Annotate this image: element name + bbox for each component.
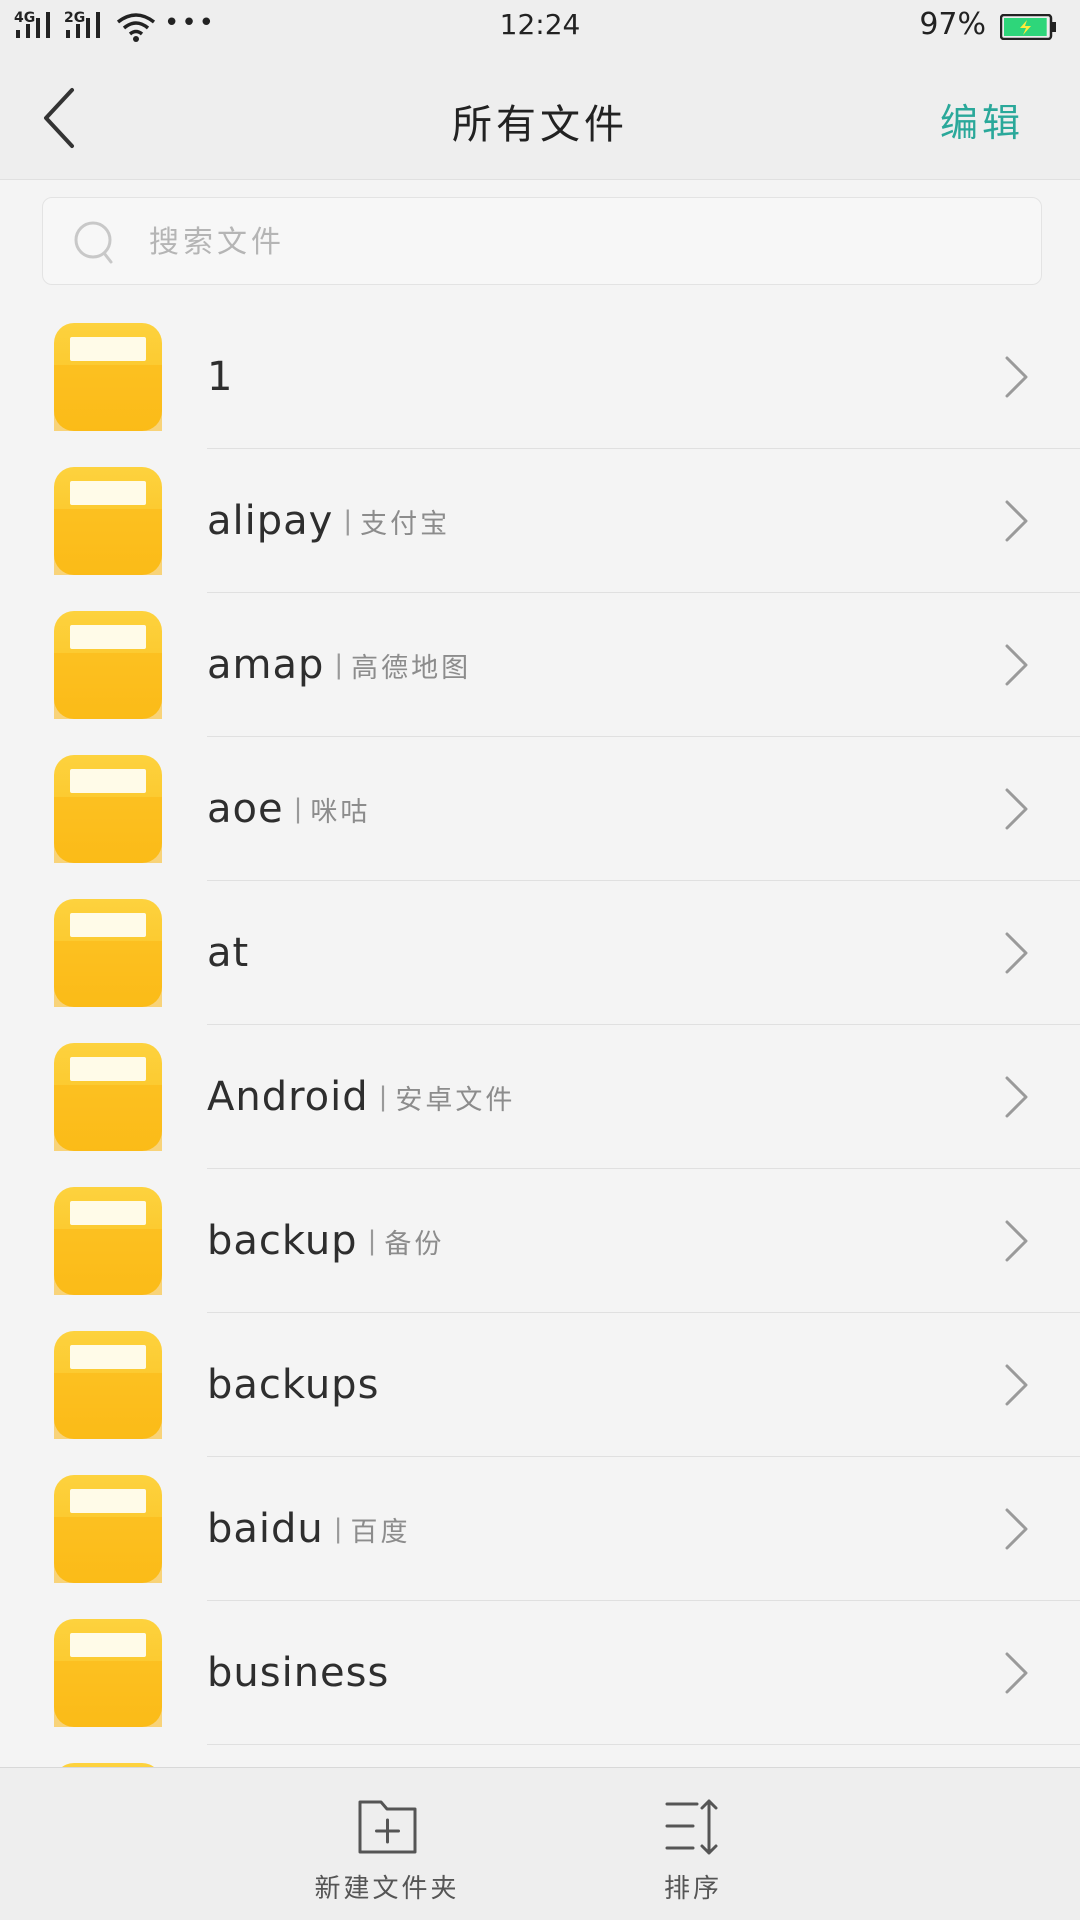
- chevron-right-icon: [1004, 499, 1030, 543]
- chevron-right-icon: [1004, 1075, 1030, 1119]
- chevron-right-icon: [1004, 355, 1030, 399]
- new-folder-label: 新建文件夹: [314, 1874, 460, 1904]
- separator: |: [293, 794, 303, 824]
- file-name: aoe: [207, 786, 284, 832]
- chevron-right-icon: [1004, 1507, 1030, 1551]
- file-label: Android | 安卓文件: [207, 1025, 515, 1169]
- chevron-right-icon: [1004, 931, 1030, 975]
- file-name: alipay: [207, 498, 334, 544]
- list-item[interactable]: aoe | 咪咕: [0, 737, 1080, 881]
- list-item[interactable]: business: [0, 1601, 1080, 1745]
- separator: |: [367, 1226, 377, 1256]
- file-alias: 高德地图: [351, 652, 472, 684]
- file-name: backups: [207, 1362, 380, 1408]
- folder-icon: [54, 323, 162, 431]
- search-box[interactable]: [42, 197, 1042, 286]
- new-folder-button[interactable]: 新建文件夹: [277, 1768, 497, 1920]
- folder-icon: [54, 1619, 162, 1727]
- file-name: at: [207, 930, 250, 976]
- file-label: business: [207, 1601, 389, 1745]
- separator: |: [343, 506, 353, 536]
- list-item[interactable]: backup | 备份: [0, 1169, 1080, 1313]
- status-bar: 4G 2G ••• 12:24 97%: [0, 0, 1080, 52]
- folder-icon: [54, 899, 162, 1007]
- file-label: baidu | 百度: [207, 1457, 411, 1601]
- folder-icon: [54, 1475, 162, 1583]
- chevron-right-icon: [1004, 787, 1030, 831]
- file-name: Android: [207, 1074, 369, 1120]
- list-item[interactable]: Android | 安卓文件: [0, 1025, 1080, 1169]
- list-item[interactable]: at: [0, 881, 1080, 1025]
- battery-icon: [999, 13, 1058, 41]
- list-item[interactable]: 1: [0, 305, 1080, 449]
- separator: |: [334, 650, 344, 680]
- file-label: backups: [207, 1313, 379, 1457]
- list-item-partial[interactable]: [0, 1745, 1080, 1767]
- separator: |: [378, 1082, 388, 1112]
- list-item[interactable]: amap | 高德地图: [0, 593, 1080, 737]
- clock: 12:24: [499, 8, 581, 41]
- screen: 4G 2G ••• 12:24 97% 所有文件 编辑 搜索文件 1 alipa…: [0, 0, 1080, 1920]
- file-name: baidu: [207, 1506, 324, 1552]
- file-name: backup: [207, 1218, 358, 1264]
- file-name: amap: [207, 642, 325, 688]
- title-bar: 所有文件 编辑: [0, 52, 1080, 180]
- folder-icon: [54, 1187, 162, 1295]
- folder-icon: [54, 611, 162, 719]
- file-label: 1: [207, 305, 233, 449]
- file-list: 1 alipay | 支付宝 amap | 高德地图 aoe | 咪咕 at A…: [0, 305, 1080, 1767]
- separator: |: [333, 1514, 343, 1544]
- sort-icon: [665, 1799, 718, 1855]
- list-item[interactable]: alipay | 支付宝: [0, 449, 1080, 593]
- file-alias: 支付宝: [360, 508, 451, 540]
- folder-icon: [54, 467, 162, 575]
- battery-percent: 97%: [919, 7, 986, 42]
- edit-button[interactable]: 编辑: [940, 92, 1024, 147]
- list-item[interactable]: baidu | 百度: [0, 1457, 1080, 1601]
- search-icon: [74, 221, 113, 264]
- search-input[interactable]: [147, 198, 1011, 286]
- list-item[interactable]: backups: [0, 1313, 1080, 1457]
- file-label: amap | 高德地图: [207, 593, 471, 737]
- new-folder-icon: [358, 1800, 417, 1854]
- file-alias: 百度: [350, 1516, 411, 1548]
- file-label: at: [207, 881, 249, 1025]
- file-alias: 备份: [384, 1228, 445, 1260]
- file-name: business: [207, 1650, 390, 1696]
- folder-icon: [54, 755, 162, 863]
- folder-icon: [54, 1331, 162, 1439]
- folder-icon: [54, 1043, 162, 1151]
- page-title: 所有文件: [452, 102, 628, 148]
- file-label: aoe | 咪咕: [207, 737, 370, 881]
- chevron-right-icon: [1004, 1219, 1030, 1263]
- file-alias: 安卓文件: [395, 1084, 516, 1116]
- file-label: backup | 备份: [207, 1169, 444, 1313]
- sort-button[interactable]: 排序: [583, 1768, 803, 1920]
- bottom-toolbar: 新建文件夹 排序: [0, 1767, 1080, 1920]
- chevron-right-icon: [1004, 1651, 1030, 1695]
- chevron-right-icon: [1004, 643, 1030, 687]
- file-name: 1: [207, 354, 234, 400]
- sort-label: 排序: [663, 1874, 722, 1904]
- file-label: alipay | 支付宝: [207, 449, 450, 593]
- chevron-right-icon: [1004, 1363, 1030, 1407]
- file-alias: 咪咕: [310, 796, 371, 828]
